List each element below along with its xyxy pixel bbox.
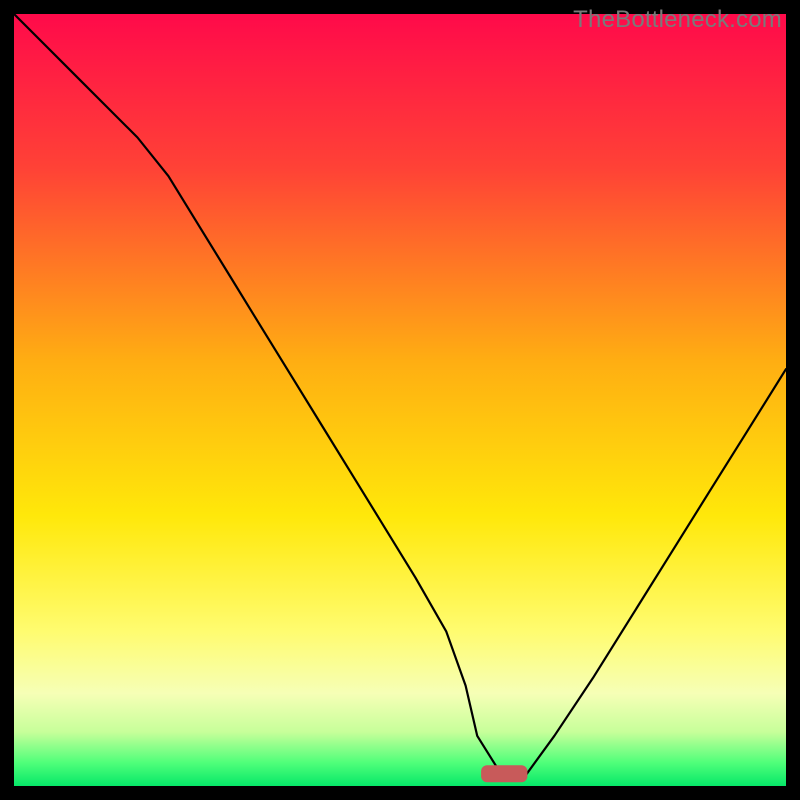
chart-frame <box>14 14 786 786</box>
watermark-text: TheBottleneck.com <box>573 6 782 34</box>
bottleneck-chart <box>14 14 786 786</box>
optimum-marker <box>481 765 527 782</box>
